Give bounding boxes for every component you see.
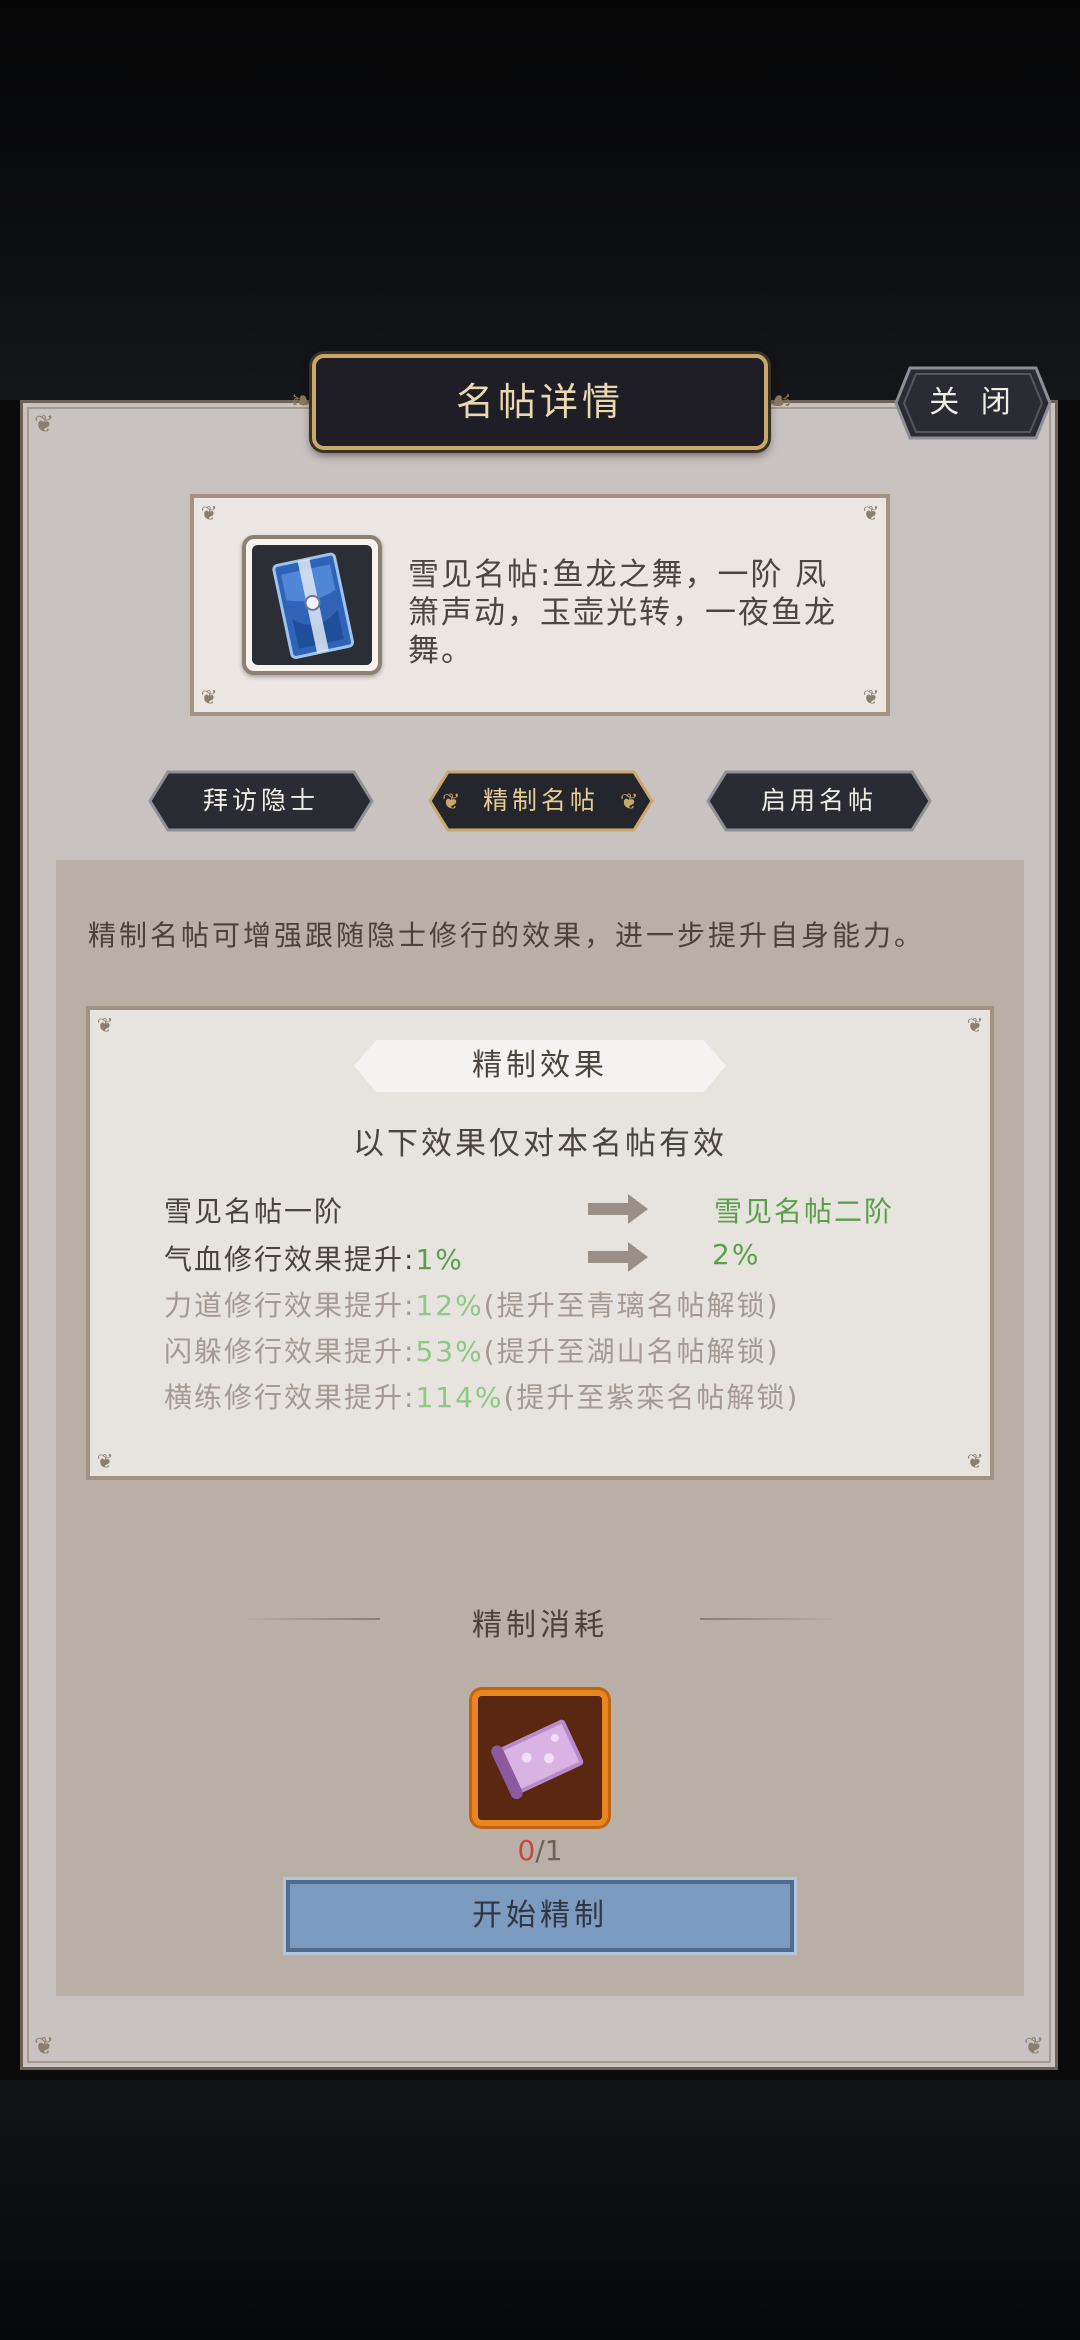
corner-ornament-icon: ❦ xyxy=(200,685,218,709)
corner-ornament-icon: ❦ xyxy=(966,1449,984,1473)
effect-label: 气血修行效果提升: xyxy=(164,1243,416,1276)
corner-ornament-icon: ❦ xyxy=(1023,2032,1045,2060)
arrow-right-icon xyxy=(588,1242,648,1272)
next-rank: 雪见名帖二阶 xyxy=(714,1195,895,1228)
corner-ornament-icon: ❦ xyxy=(862,685,880,709)
material-count: 0/1 xyxy=(0,1834,1080,1867)
material-scroll-icon[interactable] xyxy=(472,1690,608,1826)
effect-value: 53% xyxy=(415,1335,484,1368)
name-card-item-icon[interactable] xyxy=(252,545,372,665)
effect-row-toughness: 横练修行效果提升:114%(提升至紫栾名帖解锁) xyxy=(164,1376,799,1416)
background-scene-top xyxy=(0,0,1080,400)
corner-ornament-icon: ❦ xyxy=(96,1013,114,1037)
effect-row-dodge: 闪躲修行效果提升:53%(提升至湖山名帖解锁) xyxy=(164,1330,780,1370)
effect-subtitle: 以下效果仅对本名帖有效 xyxy=(353,1126,727,1162)
start-refine-label: 开始精制 xyxy=(472,1898,608,1933)
effect-row-hp: 气血修行效果提升:1% xyxy=(164,1238,464,1278)
corner-ornament-icon: ❦ xyxy=(33,2032,55,2060)
tab-refine-card[interactable]: ❦ ❦ 精制名帖 xyxy=(428,770,654,832)
item-description: 雪见名帖:鱼龙之舞，一阶 凤箫声动，玉壶光转，一夜鱼龙舞。 xyxy=(408,557,837,669)
cost-title: 精制消耗 xyxy=(472,1608,608,1643)
close-button-label: 关 闭 xyxy=(929,385,1017,420)
refine-intro-text: 精制名帖可增强跟随隐士修行的效果，进一步提升自身能力。 xyxy=(88,919,926,952)
current-rank: 雪见名帖一阶 xyxy=(164,1195,345,1228)
effect-value: 114% xyxy=(415,1381,504,1414)
corner-ornament-icon: ❦ xyxy=(96,1449,114,1473)
corner-ornament-icon: ❦ xyxy=(862,501,880,525)
tab-label: 启用名帖 xyxy=(760,786,877,815)
effect-label: 闪躲修行效果提升: xyxy=(164,1335,416,1368)
tab-label: 拜访隐士 xyxy=(202,786,319,815)
tab-visit-hermit[interactable]: 拜访隐士 xyxy=(148,770,374,832)
effect-next-value: 2% xyxy=(712,1238,761,1271)
effect-title: 精制效果 xyxy=(354,1040,726,1092)
material-need: /1 xyxy=(535,1834,563,1867)
effect-unlock-note: (提升至青璃名帖解锁) xyxy=(483,1289,780,1322)
material-have: 0 xyxy=(517,1834,536,1867)
arrow-right-icon xyxy=(588,1194,648,1224)
tab-label: 精制名帖 xyxy=(482,786,599,815)
effect-label: 力道修行效果提升: xyxy=(164,1289,416,1322)
close-button[interactable]: 关 闭 xyxy=(894,366,1052,440)
effect-value: 1% xyxy=(415,1243,464,1276)
corner-ornament-icon: ❦ xyxy=(33,410,55,438)
effect-value: 12% xyxy=(415,1289,484,1322)
corner-ornament-icon: ❦ xyxy=(966,1013,984,1037)
start-refine-button[interactable]: 开始精制 xyxy=(286,1880,794,1952)
page-title: 名帖详情 xyxy=(455,380,624,424)
effect-unlock-note: (提升至紫栾名帖解锁) xyxy=(503,1381,800,1414)
corner-ornament-icon: ❦ xyxy=(200,501,218,525)
effect-label: 横练修行效果提升: xyxy=(164,1381,416,1414)
background-scene-bottom xyxy=(0,2080,1080,2340)
effect-unlock-note: (提升至湖山名帖解锁) xyxy=(483,1335,780,1368)
tab-use-card[interactable]: 启用名帖 xyxy=(706,770,932,832)
effect-row-strength: 力道修行效果提升:12%(提升至青璃名帖解锁) xyxy=(164,1284,780,1324)
title-plate: 名帖详情 xyxy=(312,354,768,450)
